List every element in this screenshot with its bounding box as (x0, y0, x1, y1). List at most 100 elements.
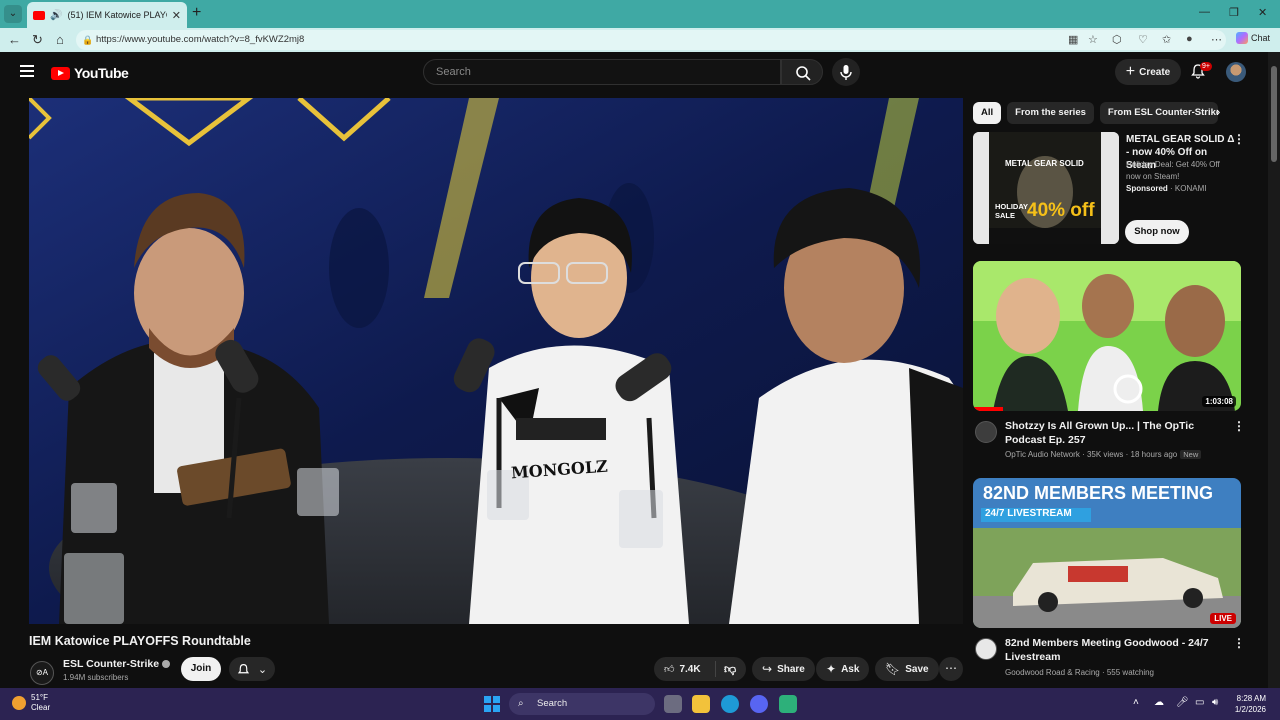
scrollbar-thumb[interactable] (1271, 66, 1277, 162)
new-tab-button[interactable]: + (192, 5, 201, 21)
chip-all[interactable]: All (973, 102, 1002, 124)
app-icon[interactable] (779, 695, 797, 713)
recommendation-meta-1: OpTic Audio Network · 35K views · 18 hou… (1005, 450, 1202, 459)
taskbar-search-box[interactable]: ⌕ Search (509, 693, 655, 715)
page-scrollbar[interactable] (1268, 52, 1280, 688)
search-input[interactable]: Search (423, 59, 781, 85)
file-explorer-icon[interactable] (692, 695, 710, 713)
thumb-subheadline: 24/7 LIVESTREAM (985, 508, 1072, 519)
thumbs-down-icon: 👎︎ (724, 661, 737, 676)
hamburger-menu-icon[interactable] (20, 65, 34, 77)
recommendation-channel-1[interactable]: OpTic Audio Network (1005, 450, 1080, 459)
ask-button[interactable]: ✦ Ask (816, 657, 870, 681)
url-field[interactable]: 🔒 https://www.youtube.com/watch?v=8_fvKW… (76, 30, 1226, 50)
youtube-play-icon (51, 66, 70, 80)
more-actions-button[interactable]: ⋯ (939, 657, 963, 681)
back-icon[interactable]: ← (8, 32, 21, 47)
recommendation-stats-1: 35K views · 18 hours ago (1086, 450, 1178, 459)
ad-thumb-title: METAL GEAR SOLID (1005, 159, 1084, 168)
extensions-icon[interactable]: ⬡ (1112, 33, 1122, 46)
browser-tab-strip: ⌄ 🔊 (51) IEM Katowice PLAYOFFS R ✕ + — ❐… (0, 0, 1280, 28)
browser-essentials-icon[interactable]: ♡ (1138, 33, 1148, 46)
like-count: 7.4K (679, 663, 701, 675)
ad-thumbnail-art (973, 132, 1119, 244)
voice-search-button[interactable] (832, 58, 860, 86)
discord-icon[interactable] (750, 695, 768, 713)
network-icon[interactable]: ▭ (1195, 697, 1204, 708)
recommendation-thumbnail-1[interactable]: 1:03:08 (973, 261, 1241, 411)
share-button[interactable]: ↪ Share (752, 657, 815, 681)
recommendation-title-1[interactable]: Shotzzy Is All Grown Up... | The OpTic P… (1005, 419, 1227, 447)
ad-thumbnail[interactable]: METAL GEAR SOLID HOLIDAY SALE 40% off (973, 132, 1119, 244)
refresh-icon[interactable]: ↻ (32, 32, 43, 48)
recommendation-meta-2: Goodwood Road & Racing · 555 watching (1005, 668, 1154, 677)
more-menu-icon[interactable]: ⋯ (1211, 33, 1222, 46)
url-text: https://www.youtube.com/watch?v=8_fvKWZ2… (96, 34, 305, 45)
youtube-logo[interactable]: YouTube (51, 65, 129, 81)
recommendation-thumbnail-2[interactable]: 82ND MEMBERS MEETING 24/7 LIVESTREAM LIV… (973, 478, 1241, 628)
volume-icon[interactable]: 🔊︎ (1212, 697, 1218, 708)
restore-button[interactable]: ❐ (1229, 6, 1239, 19)
speaker-icon[interactable]: 🔊 (50, 10, 62, 21)
favorites-icon[interactable]: ✩ (1162, 33, 1171, 46)
chip-from-channel[interactable]: From ESL Counter-Strike (1099, 102, 1218, 124)
app-available-icon[interactable]: ▦ (1068, 33, 1078, 46)
windows-taskbar: 51°F Clear ⌕ Search ˄ ☁ 🎤︎ ▭ 🔊︎ 8:28 AM 1/… (0, 688, 1280, 720)
weather-widget[interactable]: 51°F Clear (12, 693, 50, 713)
dislike-button[interactable]: 👎︎ (716, 662, 736, 677)
like-button[interactable]: 👍︎ 7.4K (654, 661, 716, 677)
thumbs-up-icon: 👍︎ (664, 664, 675, 675)
weather-sun-icon (12, 696, 26, 710)
sparkle-icon: ✦ (826, 662, 837, 676)
mic-tray-icon[interactable]: 🎤︎ (1176, 697, 1189, 708)
chip-from-series[interactable]: From the series (1007, 102, 1094, 124)
recommendation-kebab-icon-2[interactable]: ⋮ (1233, 636, 1245, 650)
shop-now-button[interactable]: Shop now (1125, 220, 1189, 244)
save-button[interactable]: 🔖︎ Save (875, 657, 939, 681)
thumb-headline: 82ND MEMBERS MEETING (983, 483, 1214, 503)
clock-time: 8:28 AM (1236, 694, 1266, 703)
recommendation-title-2[interactable]: 82nd Members Meeting Goodwood - 24/7 Liv… (1005, 636, 1227, 664)
copilot-chat-button[interactable]: Chat (1236, 32, 1270, 44)
recommendation-stats-2: 555 watching (1106, 668, 1154, 677)
chevron-down-icon: ⌄ (257, 663, 268, 676)
weather-condition: Clear (31, 703, 51, 712)
browser-tab-active[interactable]: 🔊 (51) IEM Katowice PLAYOFFS R ✕ (27, 2, 187, 28)
search-button[interactable] (781, 59, 823, 85)
clock-date: 1/2/2026 (1234, 705, 1266, 714)
chevron-right-icon[interactable]: › (1216, 104, 1220, 119)
recommendation-channel-2[interactable]: Goodwood Road & Racing (1005, 668, 1100, 677)
onedrive-icon[interactable]: ☁ (1154, 697, 1164, 708)
tab-actions-button[interactable]: ⌄ (4, 5, 22, 23)
plus-icon: + (1125, 63, 1136, 80)
task-view-icon[interactable] (664, 695, 682, 713)
subscription-bell-button[interactable]: ⌄ (229, 657, 275, 681)
video-frame (29, 98, 963, 624)
video-title: IEM Katowice PLAYOFFS Roundtable (29, 634, 251, 648)
channel-name-text: ESL Counter-Strike (63, 658, 160, 670)
recommendation-channel-avatar-2[interactable] (975, 638, 997, 660)
bookmark-icon: 🔖︎ (885, 662, 901, 676)
video-player[interactable]: MONGOLZ (29, 98, 963, 624)
account-avatar[interactable] (1226, 62, 1246, 82)
recommendation-kebab-icon-1[interactable]: ⋮ (1233, 419, 1245, 433)
join-button[interactable]: Join (181, 657, 221, 681)
tray-overflow-icon[interactable]: ˄ (1133, 697, 1139, 708)
minimize-button[interactable]: — (1199, 6, 1210, 18)
profile-icon[interactable]: ● (1186, 33, 1193, 45)
channel-name[interactable]: ESL Counter-Strike (63, 658, 171, 670)
edge-browser-icon[interactable] (721, 695, 739, 713)
create-button[interactable]: + Create (1115, 59, 1181, 85)
channel-avatar[interactable]: ⊘A (30, 661, 54, 685)
close-window-button[interactable]: ✕ (1258, 6, 1267, 19)
ad-sponsor-line: Sponsored · KONAMI (1126, 184, 1207, 193)
clock[interactable]: 8:28 AM 1/2/2026 (1226, 693, 1266, 715)
recommendation-channel-avatar-1[interactable] (975, 421, 997, 443)
home-icon[interactable]: ⌂ (56, 32, 64, 47)
close-tab-icon[interactable]: ✕ (172, 9, 181, 22)
lock-icon[interactable]: 🔒 (82, 30, 93, 50)
ad-kebab-menu-icon[interactable]: ⋮ (1233, 132, 1245, 146)
windows-start-icon[interactable] (484, 696, 500, 712)
favorite-star-icon[interactable]: ☆ (1088, 33, 1098, 46)
sponsored-label: Sponsored (1126, 184, 1168, 193)
